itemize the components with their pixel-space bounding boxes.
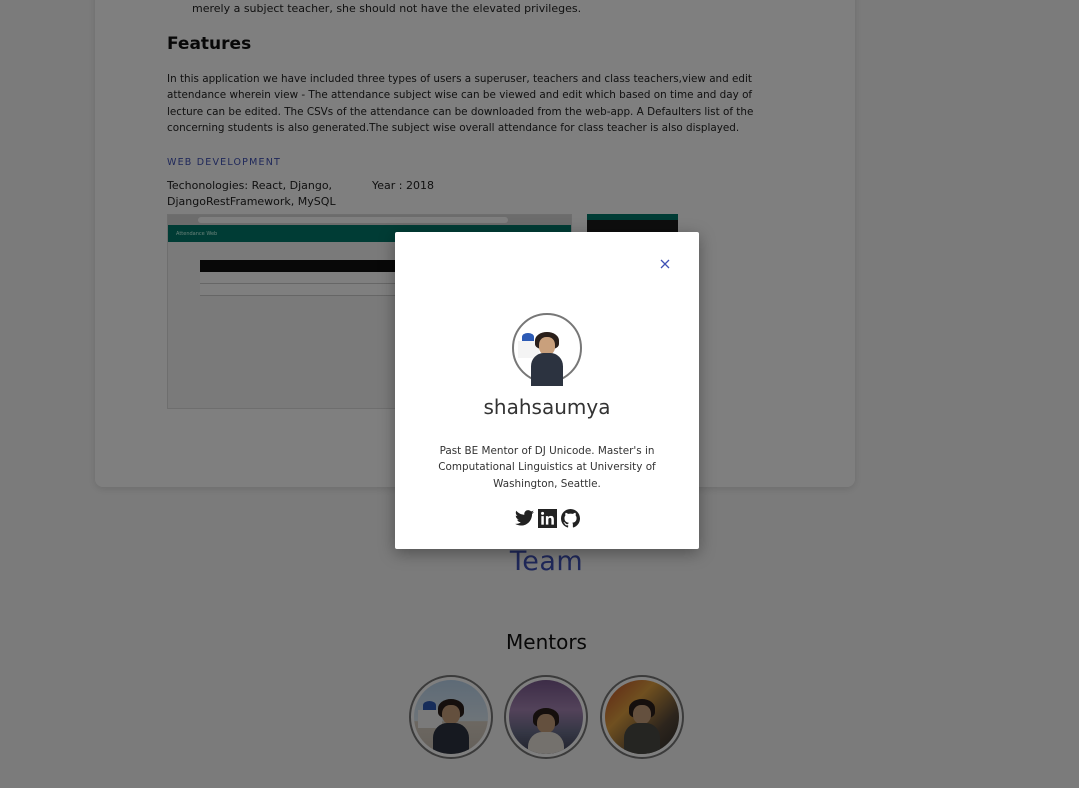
close-button[interactable] [656, 255, 674, 273]
social-links [395, 508, 699, 528]
linkedin-link[interactable] [537, 508, 557, 528]
github-link[interactable] [560, 508, 580, 528]
linkedin-icon [537, 508, 557, 528]
twitter-icon [514, 510, 534, 526]
close-icon [660, 259, 670, 269]
twitter-link[interactable] [514, 508, 534, 528]
profile-modal: shahsaumya Past BE Mentor of DJ Unicode.… [395, 232, 699, 549]
profile-bio: Past BE Mentor of DJ Unicode. Master's i… [438, 445, 656, 490]
profile-name: shahsaumya [483, 395, 611, 419]
github-icon [560, 508, 580, 528]
profile-avatar [512, 313, 582, 387]
